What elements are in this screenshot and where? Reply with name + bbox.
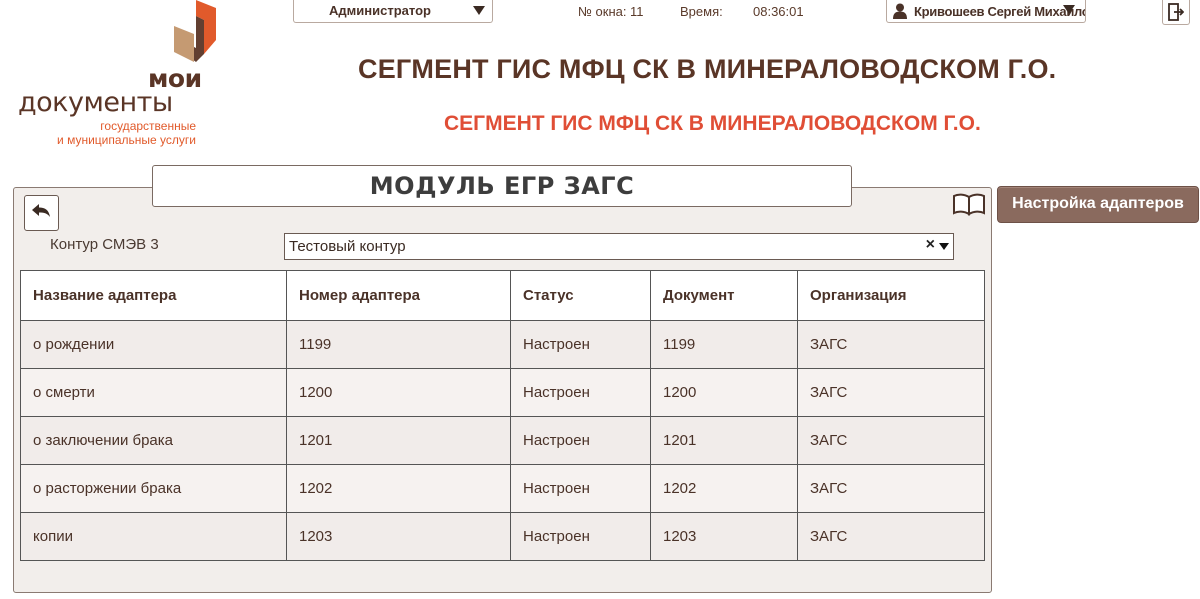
cell-status: Настроен	[510, 320, 651, 369]
column-header-document[interactable]: Документ	[650, 270, 798, 321]
time-value: 08:36:01	[753, 4, 804, 19]
help-book-button[interactable]	[952, 192, 986, 216]
cell-document: 1200	[650, 368, 798, 417]
table-row[interactable]: о смерти 1200 Настроен 1200 ЗАГС	[20, 368, 985, 417]
logo: мои документы государственные и муниципа…	[18, 0, 216, 150]
cell-organization: ЗАГС	[797, 368, 985, 417]
table-row[interactable]: о рождении 1199 Настроен 1199 ЗАГС	[20, 320, 985, 369]
role-select[interactable]: Администратор	[293, 0, 493, 23]
book-icon	[953, 193, 985, 216]
back-button[interactable]	[24, 195, 59, 231]
table-row[interactable]: о расторжении брака 1202 Настроен 1202 З…	[20, 464, 985, 513]
cell-document: 1203	[650, 512, 798, 561]
cell-adapter-name: копии	[20, 512, 287, 561]
contour-value: Тестовый контур	[289, 238, 406, 255]
cell-status: Настроен	[510, 464, 651, 513]
module-title-box: МОДУЛЬ ЕГР ЗАГС	[152, 165, 852, 207]
user-select[interactable]: Кривошеев Сергей Михайлов	[886, 0, 1086, 23]
cell-adapter-name: о смерти	[20, 368, 287, 417]
logo-tagline-2: и муниципальные услуги	[57, 133, 196, 147]
module-title: МОДУЛЬ ЕГР ЗАГС	[369, 172, 635, 200]
table-header-row: Название адаптера Номер адаптера Статус …	[20, 270, 985, 321]
logo-text-documents: документы	[18, 87, 173, 118]
chevron-down-icon[interactable]	[939, 243, 949, 250]
cell-status: Настроен	[510, 416, 651, 465]
cell-adapter-number: 1202	[286, 464, 511, 513]
contour-select[interactable]: Тестовый контур ×	[284, 233, 954, 260]
cell-organization: ЗАГС	[797, 464, 985, 513]
adapters-table: Название адаптера Номер адаптера Статус …	[20, 270, 985, 561]
cell-adapter-number: 1203	[286, 512, 511, 561]
cell-organization: ЗАГС	[797, 416, 985, 465]
cell-document: 1199	[650, 320, 798, 369]
cell-document: 1201	[650, 416, 798, 465]
cell-status: Настроен	[510, 512, 651, 561]
chevron-down-icon	[473, 6, 485, 15]
cell-adapter-name: о расторжении брака	[20, 464, 287, 513]
table-row[interactable]: копии 1203 Настроен 1203 ЗАГС	[20, 512, 985, 561]
page-title: СЕГМЕНТ ГИС МФЦ СК В МИНЕРАЛОВОДСКОМ Г.О…	[358, 54, 1057, 84]
cell-document: 1202	[650, 464, 798, 513]
chevron-down-icon	[1063, 5, 1075, 14]
logo-mark-icon	[174, 0, 216, 62]
time-label: Время:	[680, 4, 723, 19]
back-arrow-icon	[32, 204, 50, 217]
column-header-organization[interactable]: Организация	[797, 270, 985, 321]
user-icon	[893, 3, 907, 19]
contour-label: Контур СМЭВ 3	[50, 236, 159, 253]
exit-button[interactable]	[1162, 0, 1190, 25]
cell-status: Настроен	[510, 368, 651, 417]
cell-organization: ЗАГС	[797, 512, 985, 561]
cell-adapter-number: 1199	[286, 320, 511, 369]
column-header-status[interactable]: Статус	[510, 270, 651, 321]
table-row[interactable]: о заключении брака 1201 Настроен 1201 ЗА…	[20, 416, 985, 465]
user-name: Кривошеев Сергей Михайлов	[914, 4, 1086, 19]
cell-adapter-number: 1201	[286, 416, 511, 465]
window-number-label: № окна:	[578, 4, 627, 19]
cell-organization: ЗАГС	[797, 320, 985, 369]
clear-icon[interactable]: ×	[926, 236, 935, 254]
window-number-value: 11	[630, 4, 644, 19]
column-header-adapter-number[interactable]: Номер адаптера	[286, 270, 511, 321]
column-header-adapter-name[interactable]: Название адаптера	[20, 270, 287, 321]
cell-adapter-name: о рождении	[20, 320, 287, 369]
role-value: Администратор	[329, 3, 431, 18]
exit-icon	[1168, 3, 1184, 21]
cell-adapter-name: о заключении брака	[20, 416, 287, 465]
cell-adapter-number: 1200	[286, 368, 511, 417]
page-subtitle: СЕГМЕНТ ГИС МФЦ СК В МИНЕРАЛОВОДСКОМ Г.О…	[444, 112, 981, 135]
adapter-settings-button[interactable]: Настройка адаптеров	[997, 186, 1199, 223]
logo-tagline-1: государственные	[100, 119, 196, 133]
